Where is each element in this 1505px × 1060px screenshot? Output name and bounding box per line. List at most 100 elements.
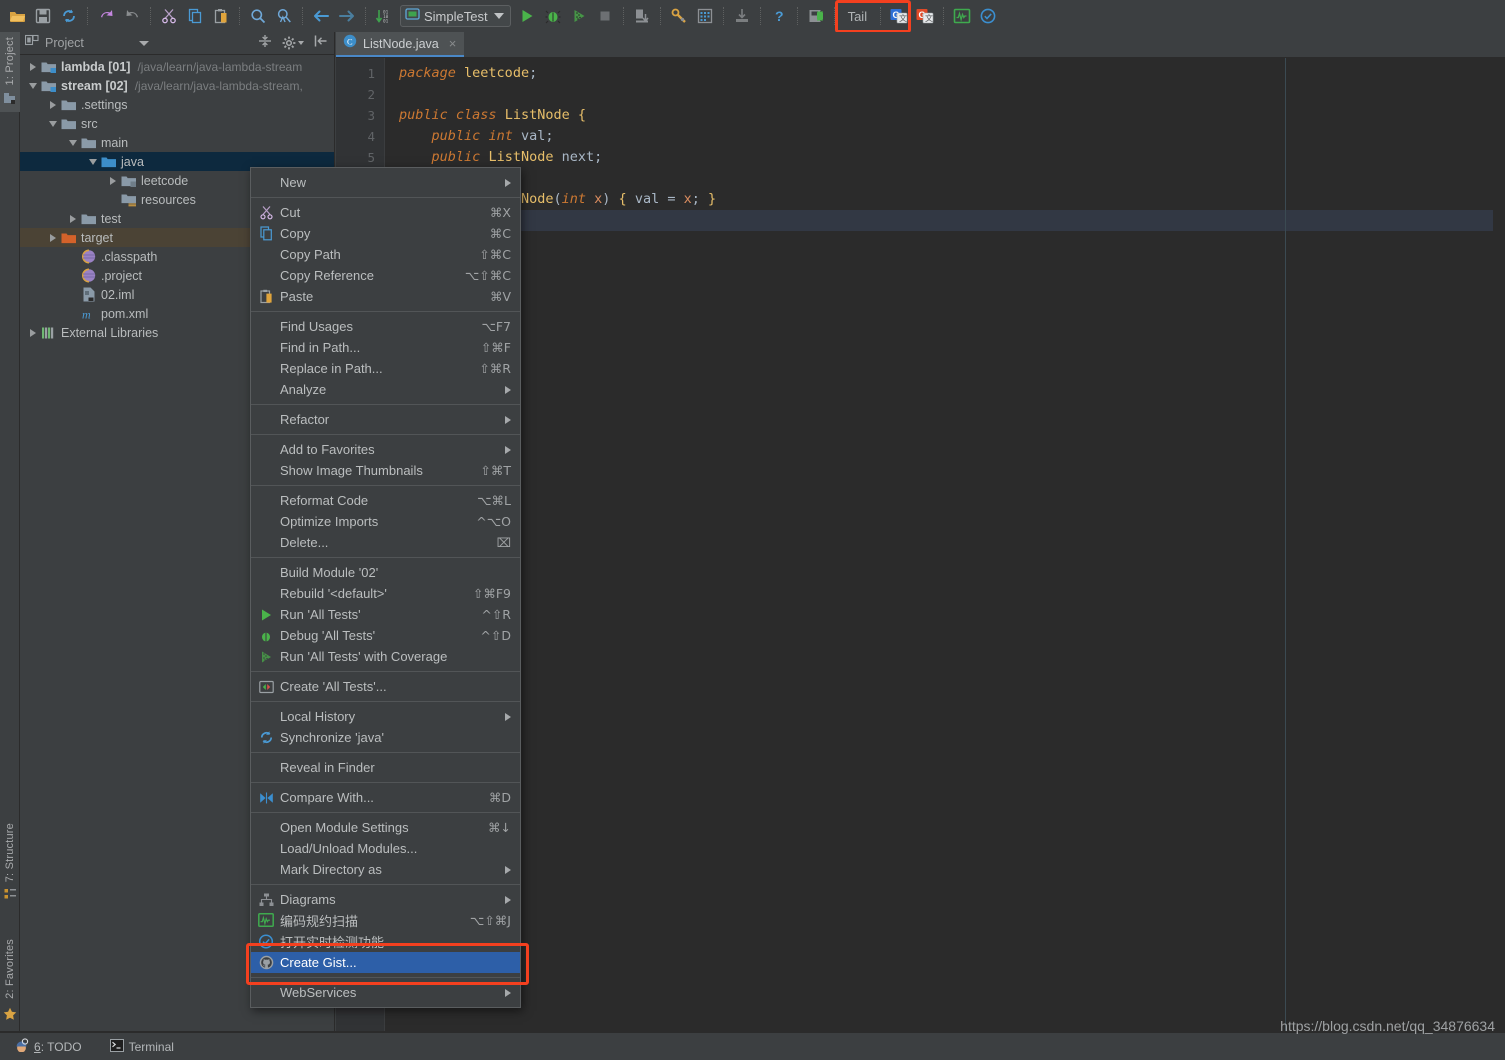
google-translate-icon[interactable]: G文	[886, 3, 912, 29]
replace-icon[interactable]	[271, 3, 297, 29]
realtime-detect-icon[interactable]	[975, 3, 1001, 29]
chevron-right-icon[interactable]	[46, 231, 60, 245]
menu-item-debug-all-tests[interactable]: Debug 'All Tests'^⇧D	[251, 625, 520, 646]
menu-item-local-history[interactable]: Local History	[251, 706, 520, 727]
menu-item-analyze[interactable]: Analyze	[251, 379, 520, 400]
undo-icon[interactable]	[93, 3, 119, 29]
chevron-right-icon[interactable]	[106, 174, 120, 188]
tree-node-src[interactable]: src	[20, 114, 334, 133]
redo-icon[interactable]	[119, 3, 145, 29]
menu-item-compare-with[interactable]: Compare With...⌘D	[251, 787, 520, 808]
menu-item-refactor[interactable]: Refactor	[251, 409, 520, 430]
database-chip-icon[interactable]	[803, 3, 829, 29]
tree-spacer	[66, 250, 80, 264]
context-menu[interactable]: New Cut⌘XCopy⌘CCopy Path⇧⌘CCopy Reference…	[250, 167, 521, 1008]
menu-item-synchronize-java[interactable]: Synchronize 'java'	[251, 727, 520, 748]
toolbar-separator	[660, 7, 661, 25]
sdk-icon[interactable]	[729, 3, 755, 29]
editor-scrollbar[interactable]	[1493, 58, 1505, 1032]
chevron-down-icon[interactable]	[26, 79, 40, 93]
menu-item-copy-reference[interactable]: Copy Reference⌥⇧⌘C	[251, 265, 520, 286]
status-terminal[interactable]: Terminal	[110, 1039, 174, 1055]
menu-item-open-module-settings[interactable]: Open Module Settings⌘↓	[251, 817, 520, 838]
cut-icon[interactable]	[156, 3, 182, 29]
menu-item-delete[interactable]: Delete...⌧	[251, 532, 520, 553]
save-all-icon[interactable]	[30, 3, 56, 29]
open-folder-icon[interactable]	[4, 3, 30, 29]
menu-item-mark-directory-as[interactable]: Mark Directory as	[251, 859, 520, 880]
menu-item-cut[interactable]: Cut⌘X	[251, 202, 520, 223]
chevron-right-icon[interactable]	[66, 212, 80, 226]
vcs-update-icon[interactable]	[629, 3, 655, 29]
google-doc-translate-icon[interactable]: G文	[912, 3, 938, 29]
structure-stripe-icon	[4, 888, 17, 906]
collapse-all-icon[interactable]	[258, 34, 272, 53]
sidebar-item-project[interactable]: 1: Project	[0, 32, 20, 112]
menu-item-reformat-code[interactable]: Reformat Code⌥⌘L	[251, 490, 520, 511]
menu-item-run-all-tests-coverage[interactable]: Run 'All Tests' with Coverage	[251, 646, 520, 667]
menu-item-webservices[interactable]: WebServices	[251, 982, 520, 1003]
menu-item-copy-path[interactable]: Copy Path⇧⌘C	[251, 244, 520, 265]
run-button[interactable]	[514, 3, 540, 29]
menu-item-rebuild-default[interactable]: Rebuild '<default>'⇧⌘F9	[251, 583, 520, 604]
tree-node-stream[interactable]: stream [02]/java/learn/java-lambda-strea…	[20, 76, 334, 95]
menu-item-paste[interactable]: Paste⌘V	[251, 286, 520, 307]
status-todo[interactable]: 6: TODO	[14, 1038, 82, 1055]
question-icon[interactable]: ?	[766, 3, 792, 29]
menu-item-realtime-detect[interactable]: 打开实时检测功能	[251, 931, 520, 952]
menu-item-show-image-thumbnails[interactable]: Show Image Thumbnails⇧⌘T	[251, 460, 520, 481]
menu-item-add-to-favorites[interactable]: Add to Favorites	[251, 439, 520, 460]
wrench-icon[interactable]	[666, 3, 692, 29]
chevron-down-icon[interactable]	[494, 13, 504, 19]
chevron-down-icon[interactable]	[139, 41, 149, 46]
chevron-down-icon[interactable]	[86, 155, 100, 169]
tab-listnode-java[interactable]: C ListNode.java ×	[336, 32, 464, 57]
copy-icon[interactable]	[182, 3, 208, 29]
menu-item-copy[interactable]: Copy⌘C	[251, 223, 520, 244]
chevron-down-icon[interactable]	[66, 136, 80, 150]
paste-icon[interactable]	[208, 3, 234, 29]
code-text[interactable]: package leetcode; public class ListNode …	[384, 58, 1505, 1032]
tail-button[interactable]: Tail	[840, 9, 876, 24]
forward-icon[interactable]	[334, 3, 360, 29]
sync-icon[interactable]	[56, 3, 82, 29]
menu-item-replace-in-path[interactable]: Replace in Path...⇧⌘R	[251, 358, 520, 379]
libraries-icon	[40, 325, 58, 341]
menu-item-load-unload-modules[interactable]: Load/Unload Modules...	[251, 838, 520, 859]
menu-icon-spacer	[257, 463, 275, 479]
tree-node-settings[interactable]: .settings	[20, 95, 334, 114]
menu-item-find-usages[interactable]: Find Usages⌥F7	[251, 316, 520, 337]
tree-node-lambda[interactable]: lambda [01]/java/learn/java-lambda-strea…	[20, 57, 334, 76]
menu-item-shortcut: ⇧⌘R	[463, 361, 511, 376]
menu-icon-spacer	[257, 340, 275, 356]
back-icon[interactable]	[308, 3, 334, 29]
menu-item-optimize-imports[interactable]: Optimize Imports^⌥O	[251, 511, 520, 532]
menu-item-run-all-tests[interactable]: Run 'All Tests'^⇧R	[251, 604, 520, 625]
menu-item-find-in-path[interactable]: Find in Path...⇧⌘F	[251, 337, 520, 358]
hide-panel-icon[interactable]	[314, 34, 328, 53]
run-with-coverage-button[interactable]	[566, 3, 592, 29]
gear-icon[interactable]	[282, 36, 304, 50]
close-icon[interactable]: ×	[449, 37, 457, 50]
chevron-right-icon[interactable]	[26, 60, 40, 74]
tree-node-label: .classpath	[101, 250, 157, 264]
chevron-right-icon[interactable]	[26, 326, 40, 340]
menu-item-create-all-tests[interactable]: Create 'All Tests'...	[251, 676, 520, 697]
numeric-sort-icon[interactable]: 011001	[371, 3, 397, 29]
tree-node-main[interactable]: main	[20, 133, 334, 152]
coding-scan-icon[interactable]	[949, 3, 975, 29]
sidebar-item-structure[interactable]: 7: Structure	[0, 818, 20, 928]
stop-button[interactable]	[592, 3, 618, 29]
find-icon[interactable]	[245, 3, 271, 29]
menu-item-diagrams[interactable]: Diagrams	[251, 889, 520, 910]
debug-button[interactable]	[540, 3, 566, 29]
chevron-down-icon[interactable]	[46, 117, 60, 131]
menu-item-new[interactable]: New	[251, 172, 520, 193]
run-configuration-selector[interactable]: SimpleTest	[400, 5, 511, 27]
project-structure-icon[interactable]	[692, 3, 718, 29]
menu-item-coding-scan[interactable]: 编码规约扫描⌥⇧⌘J	[251, 910, 520, 931]
menu-item-create-gist[interactable]: Create Gist...	[251, 952, 520, 973]
menu-item-reveal-in-finder[interactable]: Reveal in Finder	[251, 757, 520, 778]
chevron-right-icon[interactable]	[46, 98, 60, 112]
menu-item-build-module[interactable]: Build Module '02'	[251, 562, 520, 583]
